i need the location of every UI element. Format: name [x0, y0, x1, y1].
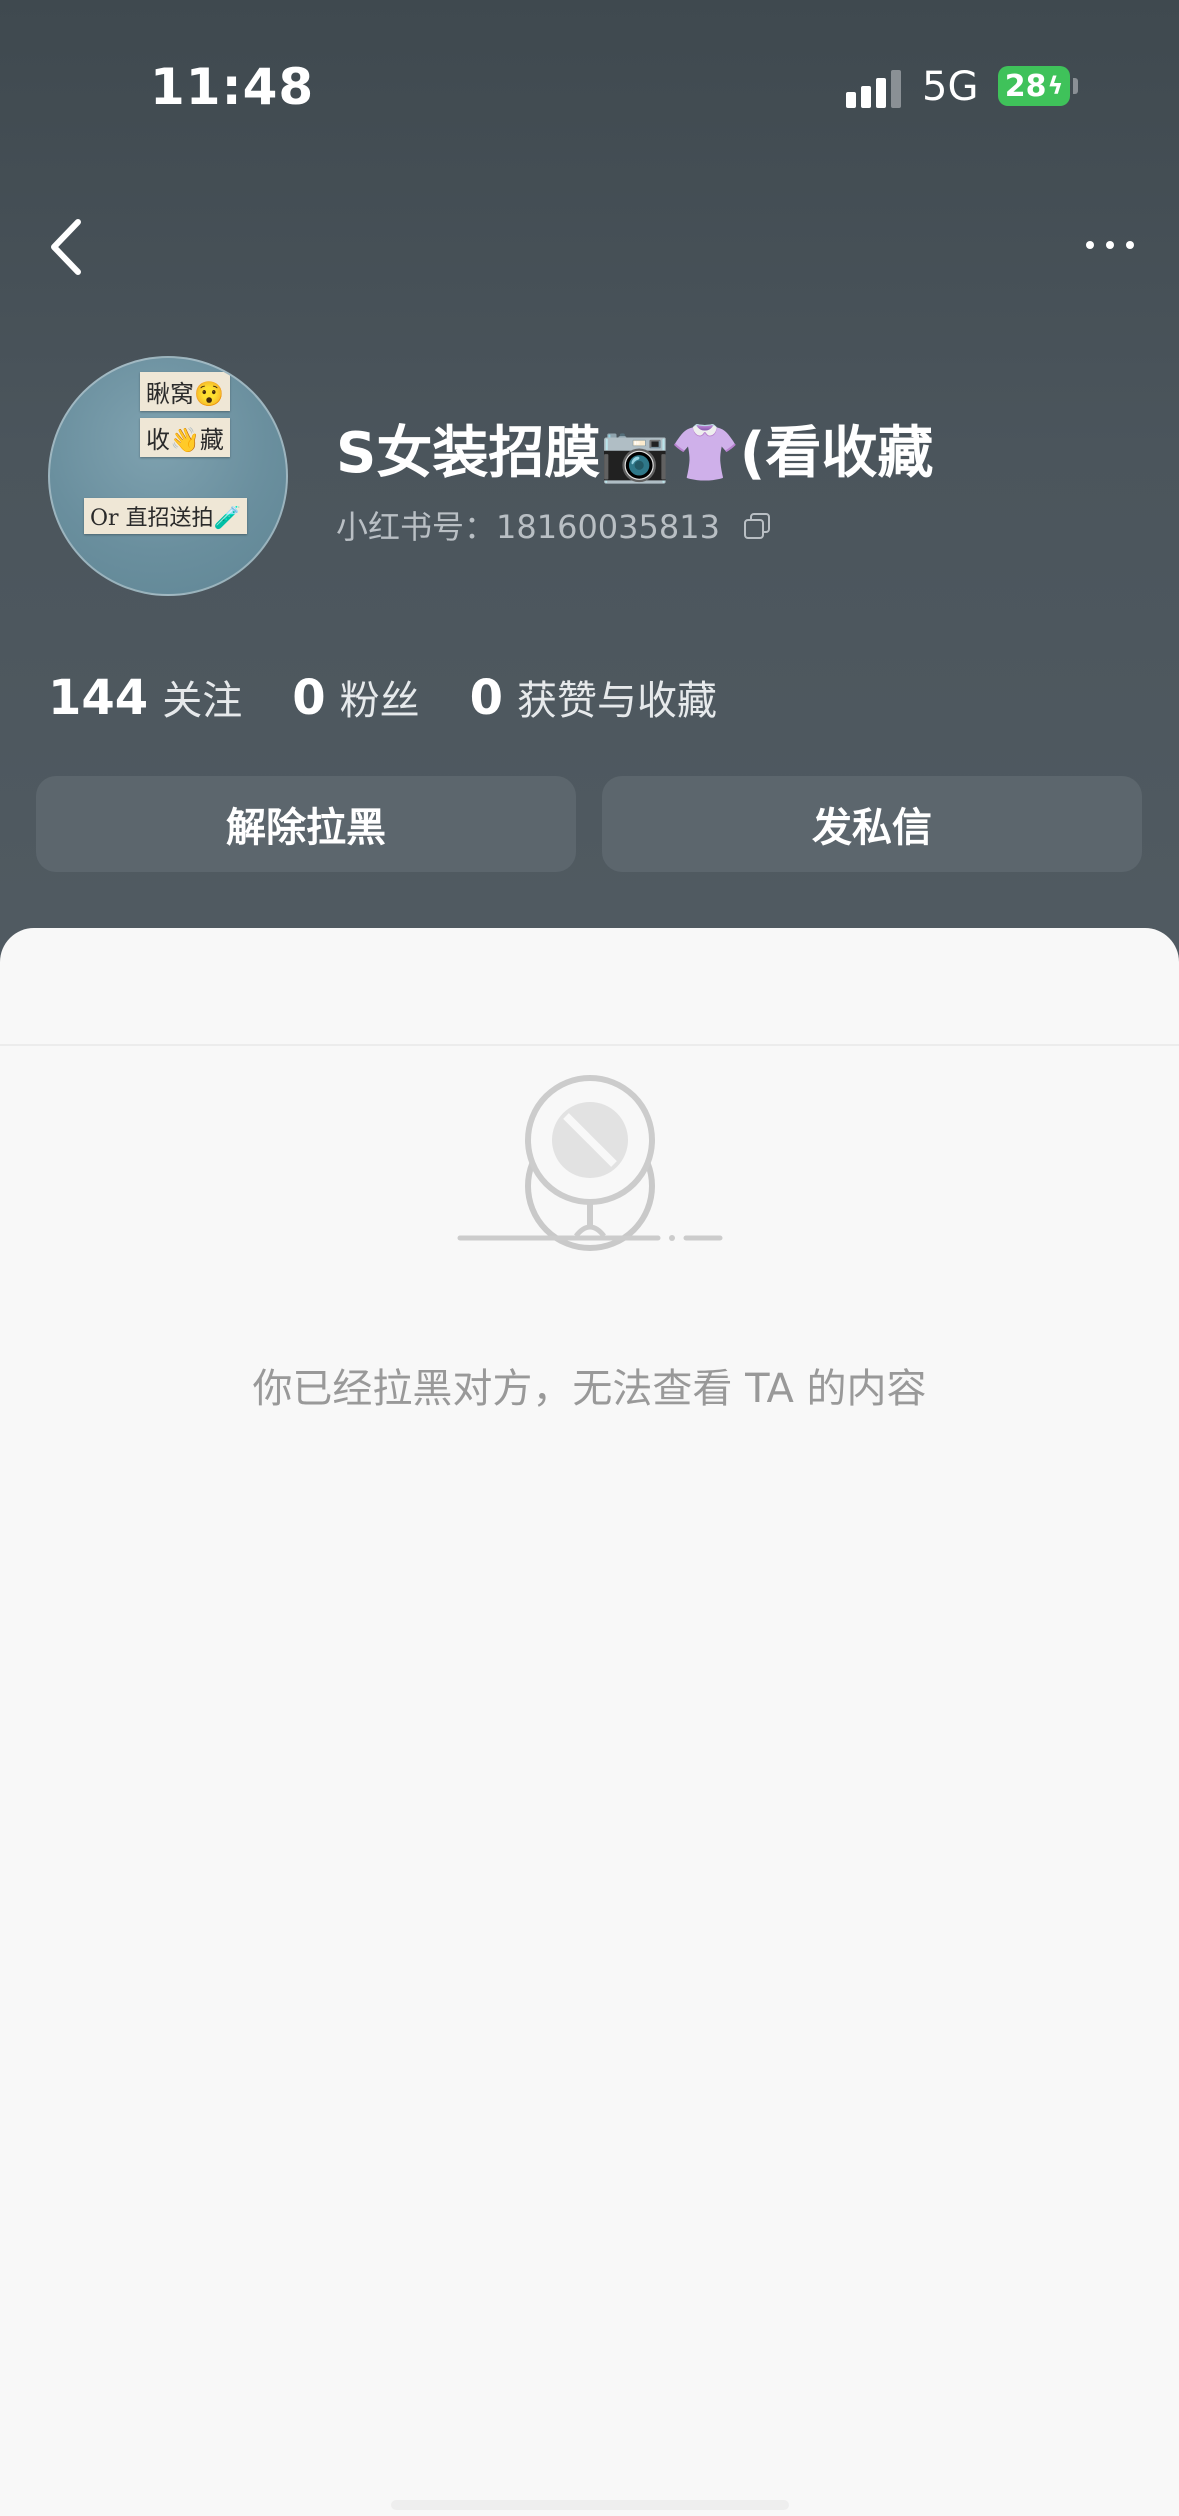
- stat-followers[interactable]: 0 粉丝: [292, 668, 419, 726]
- send-message-button[interactable]: 发私信: [602, 776, 1142, 872]
- avatar[interactable]: 瞅窝😯 收👋藏 Or 直招送拍🧪: [48, 356, 288, 596]
- charging-bolt-icon: ϟ: [1047, 72, 1064, 100]
- unblock-button[interactable]: 解除拉黑: [36, 776, 576, 872]
- stat-label: 粉丝: [339, 678, 420, 724]
- back-button[interactable]: [40, 212, 100, 282]
- profile-id-row: 小红书号：18160035813: [336, 502, 770, 548]
- network-type: 5G: [922, 64, 979, 110]
- home-indicator[interactable]: [391, 2500, 789, 2510]
- battery-indicator: 28 ϟ: [998, 66, 1070, 106]
- avatar-note: Or 直招送拍🧪: [84, 498, 247, 534]
- more-button[interactable]: [1060, 218, 1160, 272]
- content-card: 你已经拉黑对方，无法查看 TA 的内容: [0, 928, 1179, 2516]
- profile-screen: 11:48 5G 28 ϟ 瞅窝😯 收👋藏 Or 直招送拍🧪 S女装招膜📷👚(看…: [0, 0, 1179, 2516]
- stat-value: 0: [469, 670, 504, 726]
- divider: [0, 1044, 1179, 1046]
- battery-level: 28: [1004, 68, 1047, 104]
- avatar-note: 瞅窝😯: [140, 372, 230, 411]
- chevron-left-icon: [51, 219, 81, 275]
- profile-name: S女装招膜📷👚(看收藏: [336, 421, 934, 486]
- stat-label: 关注: [162, 678, 243, 724]
- signal-icon: [846, 68, 902, 108]
- more-dots-icon: [1086, 241, 1094, 249]
- no-entry-sign-illustration: [457, 1075, 723, 1241]
- battery-tip: [1073, 78, 1078, 94]
- stat-likes-collections[interactable]: 0 获赞与收藏: [470, 668, 717, 726]
- stat-label: 获赞与收藏: [517, 678, 718, 724]
- stat-value: 0: [292, 670, 326, 726]
- stat-following[interactable]: 144 关注: [48, 668, 242, 726]
- stat-value: 144: [48, 670, 149, 726]
- status-time: 11:48: [150, 58, 315, 116]
- copy-icon[interactable]: [742, 511, 770, 539]
- stats-row: 144 关注 0 粉丝 0 获赞与收藏: [48, 668, 767, 726]
- blocked-message: 你已经拉黑对方，无法查看 TA 的内容: [252, 1366, 927, 1412]
- profile-id: 小红书号：18160035813: [336, 508, 720, 546]
- avatar-note: 收👋藏: [140, 418, 230, 457]
